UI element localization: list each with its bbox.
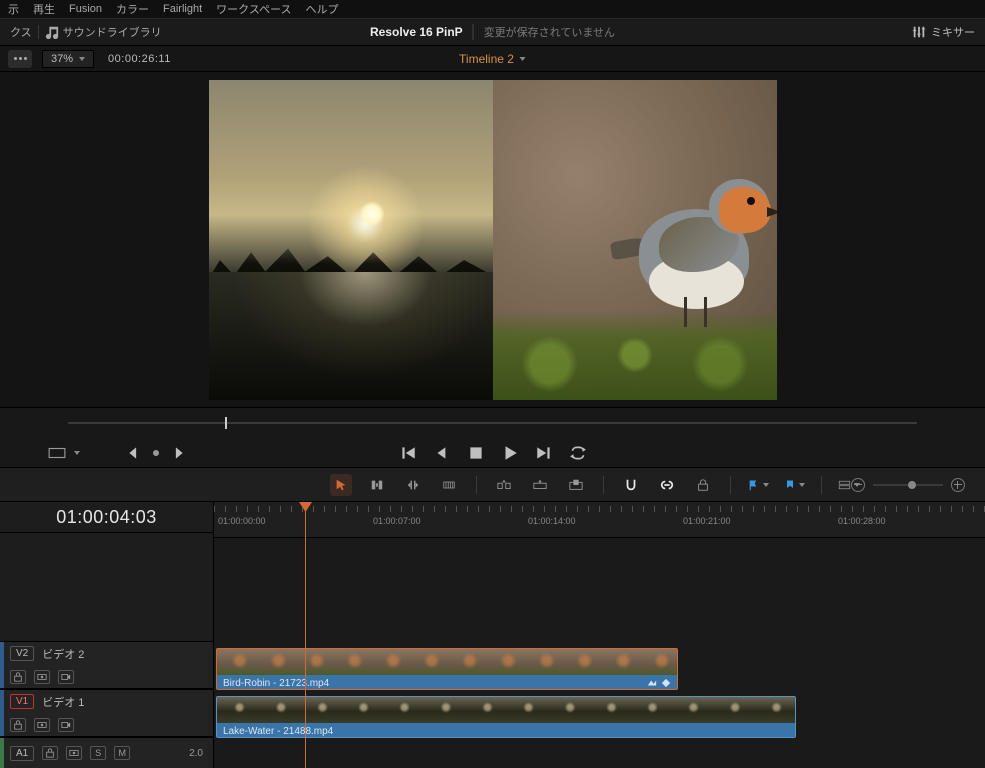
clip-bird-robin[interactable]: Bird-Robin - 21723.mp4 <box>216 648 678 690</box>
menu-item[interactable]: 再生 <box>33 1 55 17</box>
track-channels: 2.0 <box>189 748 203 759</box>
sound-library-button[interactable]: サウンドライブラリ <box>45 24 162 40</box>
ruler-label: 01:00:00:00 <box>218 516 266 526</box>
lock-track-button[interactable] <box>10 718 26 732</box>
menu-item[interactable]: ヘルプ <box>306 1 339 17</box>
clip-lake-water[interactable]: Lake-Water - 21488.mp4 <box>216 696 796 738</box>
marker-dot-icon[interactable] <box>152 449 160 457</box>
track-lane-a1[interactable] <box>214 742 985 768</box>
flag-dropdown[interactable] <box>747 474 769 496</box>
zoom-knob[interactable] <box>908 481 916 489</box>
timeline-name-dropdown[interactable]: Timeline 2 <box>459 52 526 66</box>
trim-tool[interactable] <box>366 474 388 496</box>
pip-left <box>209 80 493 400</box>
menu-item[interactable]: ワークスペース <box>216 1 291 17</box>
mixer-button[interactable]: ミキサー <box>912 24 975 40</box>
play-button[interactable] <box>501 444 519 462</box>
track-tag[interactable]: A1 <box>10 746 34 761</box>
track-header-v2[interactable]: V2 ビデオ 2 <box>0 641 213 689</box>
step-back-button[interactable] <box>433 444 451 462</box>
menubar: 示 再生 Fusion カラー Fairlight ワークスペース ヘルプ <box>0 0 985 18</box>
blade-tool[interactable] <box>438 474 460 496</box>
snap-toggle[interactable] <box>620 474 642 496</box>
timeline-toolbar <box>0 468 985 502</box>
playhead-timecode[interactable]: 01:00:04:03 <box>56 507 157 528</box>
lock-track-button[interactable] <box>42 746 58 760</box>
selection-tool[interactable] <box>330 474 352 496</box>
mixer-icon <box>912 25 926 39</box>
music-note-icon <box>45 25 59 39</box>
disable-video-button[interactable] <box>58 718 74 732</box>
timeline: 01:00:04:03 V2 ビデオ 2 V1 ビデオ 1 <box>0 502 985 768</box>
dynamic-trim-tool[interactable] <box>402 474 424 496</box>
clip-label: Lake-Water - 21488.mp4 <box>223 726 333 737</box>
transport-row <box>0 438 985 468</box>
viewer <box>0 72 985 408</box>
track-tag[interactable]: V1 <box>10 694 34 709</box>
auto-select-button[interactable] <box>34 718 50 732</box>
stop-button[interactable] <box>467 444 485 462</box>
options-menu-button[interactable] <box>8 50 32 68</box>
prev-marker-icon[interactable] <box>126 444 144 462</box>
menu-item[interactable]: カラー <box>116 1 149 17</box>
track-lane-v2[interactable]: Bird-Robin - 21723.mp4 <box>214 646 985 694</box>
viewer-scrub-row <box>0 408 985 438</box>
ruler-label: 01:00:21:00 <box>683 516 731 526</box>
scrub-track[interactable] <box>68 422 917 424</box>
chevron-down-icon[interactable] <box>74 451 80 455</box>
time-ruler[interactable]: 01:00:00:00 01:00:07:00 01:00:14:00 01:0… <box>214 502 985 538</box>
track-header-column: 01:00:04:03 V2 ビデオ 2 V1 ビデオ 1 <box>0 502 214 768</box>
zoom-in-button[interactable] <box>951 478 965 492</box>
auto-select-button[interactable] <box>66 746 82 760</box>
lock-track-button[interactable] <box>10 670 26 684</box>
marker-dropdown[interactable] <box>783 474 805 496</box>
go-end-button[interactable] <box>535 444 553 462</box>
solo-button[interactable]: S <box>90 746 106 760</box>
viewer-canvas[interactable] <box>209 80 777 400</box>
track-header-v1[interactable]: V1 ビデオ 1 <box>0 689 213 737</box>
save-status: 変更が保存されていません <box>473 24 615 40</box>
ruler-label: 01:00:14:00 <box>528 516 576 526</box>
mute-button[interactable]: M <box>114 746 130 760</box>
insert-clip-button[interactable] <box>493 474 515 496</box>
chevron-down-icon <box>520 57 526 61</box>
viewer-zoom-dropdown[interactable]: 37% <box>42 50 94 68</box>
playhead[interactable] <box>305 502 306 768</box>
panel-label: クス <box>10 24 32 40</box>
track-header-a1[interactable]: A1 S M 2.0 <box>0 737 213 768</box>
timeline-body[interactable]: 01:00:00:00 01:00:07:00 01:00:14:00 01:0… <box>214 502 985 768</box>
timeline-zoom-slider <box>851 478 965 492</box>
auto-select-button[interactable] <box>34 670 50 684</box>
app-header: クス サウンドライブラリ Resolve 16 PinP 変更が保存されていませ… <box>0 18 985 46</box>
track-lane-v1[interactable]: Lake-Water - 21488.mp4 <box>214 694 985 742</box>
clip-label: Bird-Robin - 21723.mp4 <box>223 678 329 689</box>
position-lock-toggle[interactable] <box>692 474 714 496</box>
ruler-label: 01:00:28:00 <box>838 516 886 526</box>
chevron-down-icon <box>79 57 85 61</box>
go-start-button[interactable] <box>399 444 417 462</box>
track-tag[interactable]: V2 <box>10 646 34 661</box>
track-label: ビデオ 1 <box>42 694 84 710</box>
scrub-handle[interactable] <box>225 417 227 429</box>
menu-item[interactable]: Fusion <box>69 3 102 15</box>
viewer-timecode[interactable]: 00:00:26:11 <box>104 53 175 65</box>
bypass-icon[interactable] <box>48 444 66 462</box>
menu-item[interactable]: Fairlight <box>163 3 202 15</box>
link-toggle[interactable] <box>656 474 678 496</box>
menu-item[interactable]: 示 <box>8 1 19 17</box>
track-label: ビデオ 2 <box>42 646 84 662</box>
keyframe-icon <box>661 678 671 688</box>
disable-video-button[interactable] <box>58 670 74 684</box>
viewer-toolbar: 37% 00:00:26:11 Timeline 2 <box>0 46 985 72</box>
next-marker-icon[interactable] <box>168 444 186 462</box>
replace-clip-button[interactable] <box>565 474 587 496</box>
zoom-track[interactable] <box>873 484 943 486</box>
retime-icon <box>647 678 657 688</box>
zoom-out-button[interactable] <box>851 478 865 492</box>
project-title: Resolve 16 PinP <box>370 25 463 39</box>
overwrite-clip-button[interactable] <box>529 474 551 496</box>
loop-button[interactable] <box>569 444 587 462</box>
pip-right <box>493 80 777 400</box>
ruler-label: 01:00:07:00 <box>373 516 421 526</box>
